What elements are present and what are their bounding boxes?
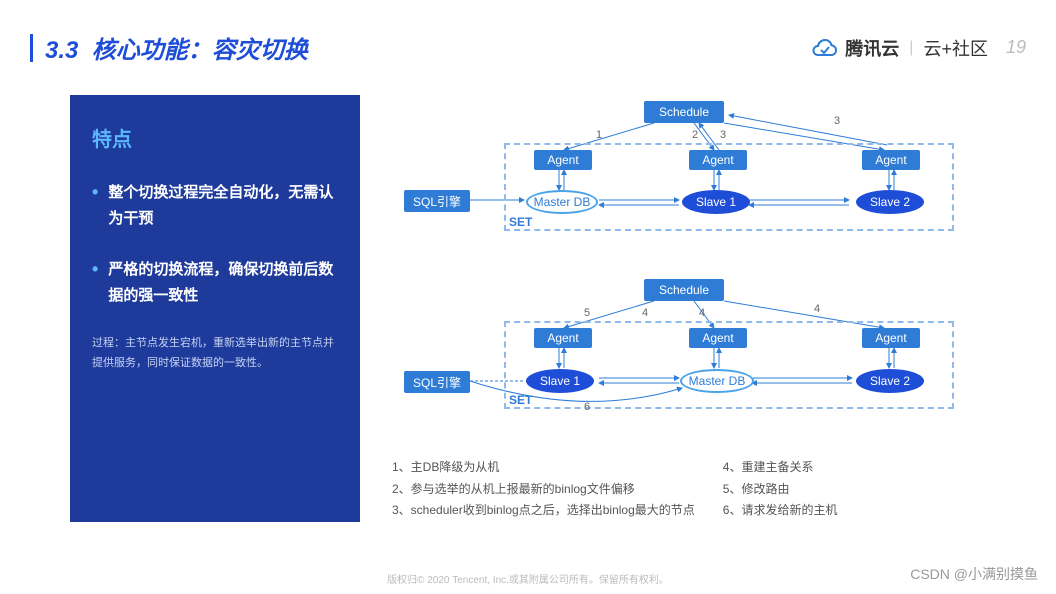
watermark: CSDN @小满别摸鱼 bbox=[910, 564, 1038, 584]
page-title: 3.3 核心功能：容灾切换 bbox=[45, 30, 308, 65]
agent-box: Agent bbox=[534, 150, 592, 170]
step-item: 2、参与选举的从机上报最新的binlog文件偏移 bbox=[392, 479, 695, 501]
body: 特点 整个切换过程完全自动化，无需认为干预 严格的切换流程，确保切换前后数据的强… bbox=[0, 65, 1056, 522]
sql-engine-box: SQL引擎 bbox=[404, 190, 470, 212]
process-text: 过程：主节点发生宕机，重新选举出新的主节点并提供服务，同时保证数据的一致性。 bbox=[92, 334, 338, 374]
step-num: 6 bbox=[584, 401, 590, 413]
agent-box: Agent bbox=[862, 328, 920, 348]
feature-bullets: 整个切换过程完全自动化，无需认为干预 严格的切换流程，确保切换前后数据的强一致性 bbox=[92, 180, 338, 308]
footer: 版权归© 2020 Tencent, Inc.或其附属公司所有。保留所有权利。 bbox=[0, 571, 1056, 586]
cloud-icon bbox=[811, 37, 839, 59]
header: 3.3 核心功能：容灾切换 腾讯云 | 云+社区 19 bbox=[0, 0, 1056, 65]
step-num: 4 bbox=[642, 307, 648, 319]
set-label: SET bbox=[509, 215, 532, 229]
sql-engine-box: SQL引擎 bbox=[404, 371, 470, 393]
agent-box: Agent bbox=[689, 328, 747, 348]
step-num: 4 bbox=[699, 307, 705, 319]
agent-box: Agent bbox=[534, 328, 592, 348]
step-num: 3 bbox=[720, 129, 726, 141]
steps-right: 4、重建主备关系 5、修改路由 6、请求发给新的主机 bbox=[723, 457, 838, 522]
community-text: 云+社区 bbox=[923, 35, 988, 61]
page-number: 19 bbox=[1006, 37, 1026, 58]
slave1-oval: Slave 1 bbox=[682, 190, 750, 214]
steps-left: 1、主DB降级为从机 2、参与选举的从机上报最新的binlog文件偏移 3、sc… bbox=[392, 457, 695, 522]
logos: 腾讯云 | 云+社区 19 bbox=[811, 35, 1026, 61]
step-item: 4、重建主备关系 bbox=[723, 457, 838, 479]
step-item: 5、修改路由 bbox=[723, 479, 838, 501]
diagram-top: Schedule Agent Agent Agent SQL引擎 Master … bbox=[384, 95, 994, 265]
step-item: 3、scheduler收到binlog点之后，选择出binlog最大的节点 bbox=[392, 500, 695, 522]
slave2-oval: Slave 2 bbox=[856, 190, 924, 214]
section-num: 3.3 bbox=[45, 37, 78, 64]
step-num: 5 bbox=[584, 307, 590, 319]
step-item: 1、主DB降级为从机 bbox=[392, 457, 695, 479]
step-item: 6、请求发给新的主机 bbox=[723, 500, 838, 522]
logo-text: 腾讯云 bbox=[845, 35, 899, 61]
set-label: SET bbox=[509, 393, 532, 407]
agent-box: Agent bbox=[689, 150, 747, 170]
master-db-oval: Master DB bbox=[680, 369, 754, 393]
master-db-oval: Master DB bbox=[526, 190, 598, 214]
slave2-oval: Slave 2 bbox=[856, 369, 924, 393]
schedule-box: Schedule bbox=[644, 101, 724, 123]
bullet-item: 整个切换过程完全自动化，无需认为干预 bbox=[92, 180, 338, 231]
bullet-item: 严格的切换流程，确保切换前后数据的强一致性 bbox=[92, 257, 338, 308]
schedule-box: Schedule bbox=[644, 279, 724, 301]
step-num: 1 bbox=[596, 129, 602, 141]
step-num: 2 bbox=[692, 129, 698, 141]
steps: 1、主DB降级为从机 2、参与选举的从机上报最新的binlog文件偏移 3、sc… bbox=[384, 451, 1026, 522]
features-title: 特点 bbox=[92, 123, 338, 152]
agent-box: Agent bbox=[862, 150, 920, 170]
section-title: 核心功能：容灾切换 bbox=[92, 37, 308, 64]
right-panel: Schedule Agent Agent Agent SQL引擎 Master … bbox=[384, 95, 1026, 522]
step-num: 3 bbox=[834, 115, 840, 127]
step-num: 4 bbox=[814, 303, 820, 315]
slave1-oval: Slave 1 bbox=[526, 369, 594, 393]
left-panel: 特点 整个切换过程完全自动化，无需认为干预 严格的切换流程，确保切换前后数据的强… bbox=[70, 95, 360, 522]
title-bar bbox=[30, 34, 33, 62]
title-wrap: 3.3 核心功能：容灾切换 bbox=[30, 30, 308, 65]
diagram-bottom: Schedule Agent Agent Agent SQL引擎 Slave 1… bbox=[384, 273, 994, 443]
tencent-cloud-logo: 腾讯云 bbox=[811, 35, 899, 61]
separator: | bbox=[909, 39, 913, 57]
